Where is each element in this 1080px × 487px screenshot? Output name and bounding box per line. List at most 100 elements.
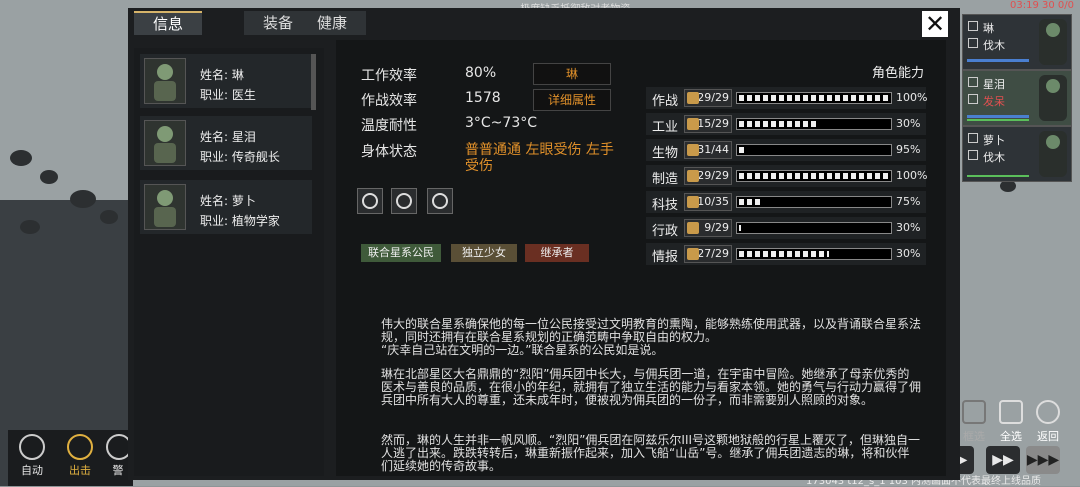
skill-icon bbox=[687, 248, 699, 260]
box-select-label: 框选 bbox=[963, 430, 985, 443]
work-efficiency-value: 80% bbox=[465, 65, 497, 81]
check-icon bbox=[968, 150, 978, 160]
skill-progress-fill bbox=[739, 173, 889, 179]
speed-fast-button[interactable]: ▶▶ bbox=[986, 446, 1020, 474]
alert-label: 警 bbox=[112, 464, 124, 477]
pawn-card[interactable]: 姓名: 琳 职业: 医生 bbox=[140, 54, 312, 108]
skill-name: 生物 bbox=[652, 146, 679, 161]
box-select-icon bbox=[962, 400, 986, 424]
person-icon bbox=[968, 21, 978, 31]
skill-row[interactable]: 行政 9/29 30% bbox=[646, 217, 926, 239]
skill-name: 情报 bbox=[652, 250, 679, 265]
pawn-list-scrollbar[interactable] bbox=[311, 54, 316, 110]
select-all-button[interactable]: 全选 bbox=[991, 400, 1031, 444]
temp-tolerance-label: 温度耐性 bbox=[361, 118, 417, 134]
colonist-name: 星泪 bbox=[983, 78, 1005, 91]
rock bbox=[20, 220, 40, 234]
auto-icon bbox=[19, 434, 45, 460]
alert-icon bbox=[106, 434, 130, 460]
skill-icon bbox=[687, 118, 699, 130]
skill-row[interactable]: 工业 15/29 30% bbox=[646, 113, 926, 135]
pawn-job: 职业: 植物学家 bbox=[200, 214, 280, 228]
combat-efficiency-label: 作战效率 bbox=[361, 93, 417, 109]
skill-progress-bar bbox=[736, 170, 892, 182]
skill-icon bbox=[687, 196, 699, 208]
skill-progress-fill bbox=[739, 121, 817, 127]
skill-progress-fill bbox=[739, 95, 889, 101]
skill-percent: 100% bbox=[896, 91, 928, 104]
skill-level: 27/29 bbox=[684, 245, 732, 263]
skills-title: 角色能力 bbox=[872, 66, 925, 81]
tab-health[interactable]: 健康 bbox=[298, 11, 366, 35]
auto-button[interactable]: 自动 bbox=[12, 434, 52, 478]
pawn-portrait bbox=[144, 120, 186, 166]
body-status-label: 身体状态 bbox=[361, 144, 417, 160]
skill-level: 31/44 bbox=[684, 141, 732, 159]
skill-row[interactable]: 作战 29/29 100% bbox=[646, 87, 928, 109]
colonist-job: 伐木 bbox=[983, 39, 1005, 52]
skill-percent: 30% bbox=[896, 117, 921, 130]
check-icon bbox=[968, 38, 978, 48]
skill-icon bbox=[687, 222, 699, 234]
skill-percent: 100% bbox=[896, 169, 928, 182]
box-select-button[interactable]: 框选 bbox=[954, 400, 994, 444]
pawn-name: 姓名: 星泪 bbox=[200, 130, 256, 144]
pawn-name: 姓名: 琳 bbox=[200, 68, 244, 82]
detail-attributes-button[interactable]: 详细属性 bbox=[533, 89, 611, 111]
sleep-icon[interactable] bbox=[391, 188, 417, 214]
skill-name: 行政 bbox=[652, 224, 679, 239]
colonist-card[interactable]: 萝卜 伐木 bbox=[962, 126, 1072, 182]
skill-progress-fill bbox=[739, 225, 741, 231]
check-icon bbox=[968, 94, 978, 104]
trait-tag[interactable]: 继承者 bbox=[525, 244, 589, 262]
speed-fastest-button[interactable]: ▶▶▶ bbox=[1026, 446, 1060, 474]
mood-bar bbox=[967, 175, 1029, 177]
skill-level: 29/29 bbox=[684, 89, 732, 107]
colonist-job: 伐木 bbox=[983, 151, 1005, 164]
skill-name: 科技 bbox=[652, 198, 679, 213]
rock bbox=[100, 210, 118, 224]
skill-percent: 95% bbox=[896, 143, 921, 156]
combat-efficiency-value: 1578 bbox=[465, 90, 501, 106]
skill-progress-bar bbox=[736, 118, 892, 130]
action-bar: 自动 出击 警 bbox=[8, 430, 133, 486]
tab-info[interactable]: 信息 bbox=[134, 11, 202, 35]
close-button[interactable]: ✕ bbox=[922, 11, 948, 37]
attack-button[interactable]: 出击 bbox=[60, 434, 100, 478]
skill-icon bbox=[687, 170, 699, 182]
pawn-name: 姓名: 萝卜 bbox=[200, 194, 256, 208]
rock bbox=[40, 170, 58, 184]
skill-progress-fill bbox=[739, 199, 760, 205]
trait-tag[interactable]: 独立少女 bbox=[451, 244, 517, 262]
colonist-portrait bbox=[1039, 131, 1067, 177]
rock bbox=[70, 190, 96, 208]
skill-row[interactable]: 情报 27/29 30% bbox=[646, 243, 926, 265]
back-button[interactable]: 返回 bbox=[1028, 400, 1068, 444]
skill-percent: 30% bbox=[896, 247, 921, 260]
heart-plus-icon[interactable] bbox=[357, 188, 383, 214]
skill-row[interactable]: 科技 10/35 75% bbox=[646, 191, 926, 213]
colonist-job: 发呆 bbox=[983, 95, 1005, 108]
colonist-card[interactable]: 星泪 发呆 bbox=[962, 70, 1072, 126]
skill-level: 10/35 bbox=[684, 193, 732, 211]
bio-paragraph: 伟大的联合星系确保他的每一位公民接受过文明教育的熏陶，能够熟练使用武器，以及背诵… bbox=[381, 317, 922, 357]
skill-row[interactable]: 生物 31/44 95% bbox=[646, 139, 926, 161]
colonist-portrait bbox=[1039, 19, 1067, 65]
pawn-list: 姓名: 琳 职业: 医生 姓名: 星泪 职业: 传奇舰长 姓名: 萝卜 职业: … bbox=[134, 48, 324, 476]
pawn-card[interactable]: 姓名: 星泪 职业: 传奇舰长 bbox=[140, 116, 312, 170]
pawn-name-box[interactable]: 琳 bbox=[533, 63, 611, 85]
clock-readout: 03:19 30 0/0 bbox=[1010, 0, 1074, 11]
pawn-card[interactable]: 姓名: 萝卜 职业: 植物学家 bbox=[140, 180, 312, 234]
return-icon bbox=[1036, 400, 1060, 424]
skill-level: 29/29 bbox=[684, 167, 732, 185]
pawn-job: 职业: 医生 bbox=[200, 88, 256, 102]
alert-button[interactable]: 警 bbox=[106, 434, 130, 478]
skill-progress-bar bbox=[736, 196, 892, 208]
trait-tag[interactable]: 联合星系公民 bbox=[361, 244, 441, 262]
sleep-bed-icon[interactable] bbox=[427, 188, 453, 214]
skill-percent: 30% bbox=[896, 221, 921, 234]
skill-progress-fill bbox=[739, 147, 745, 153]
skill-progress-bar bbox=[736, 144, 892, 156]
skill-row[interactable]: 制造 29/29 100% bbox=[646, 165, 928, 187]
colonist-card[interactable]: 琳 伐木 bbox=[962, 14, 1072, 70]
